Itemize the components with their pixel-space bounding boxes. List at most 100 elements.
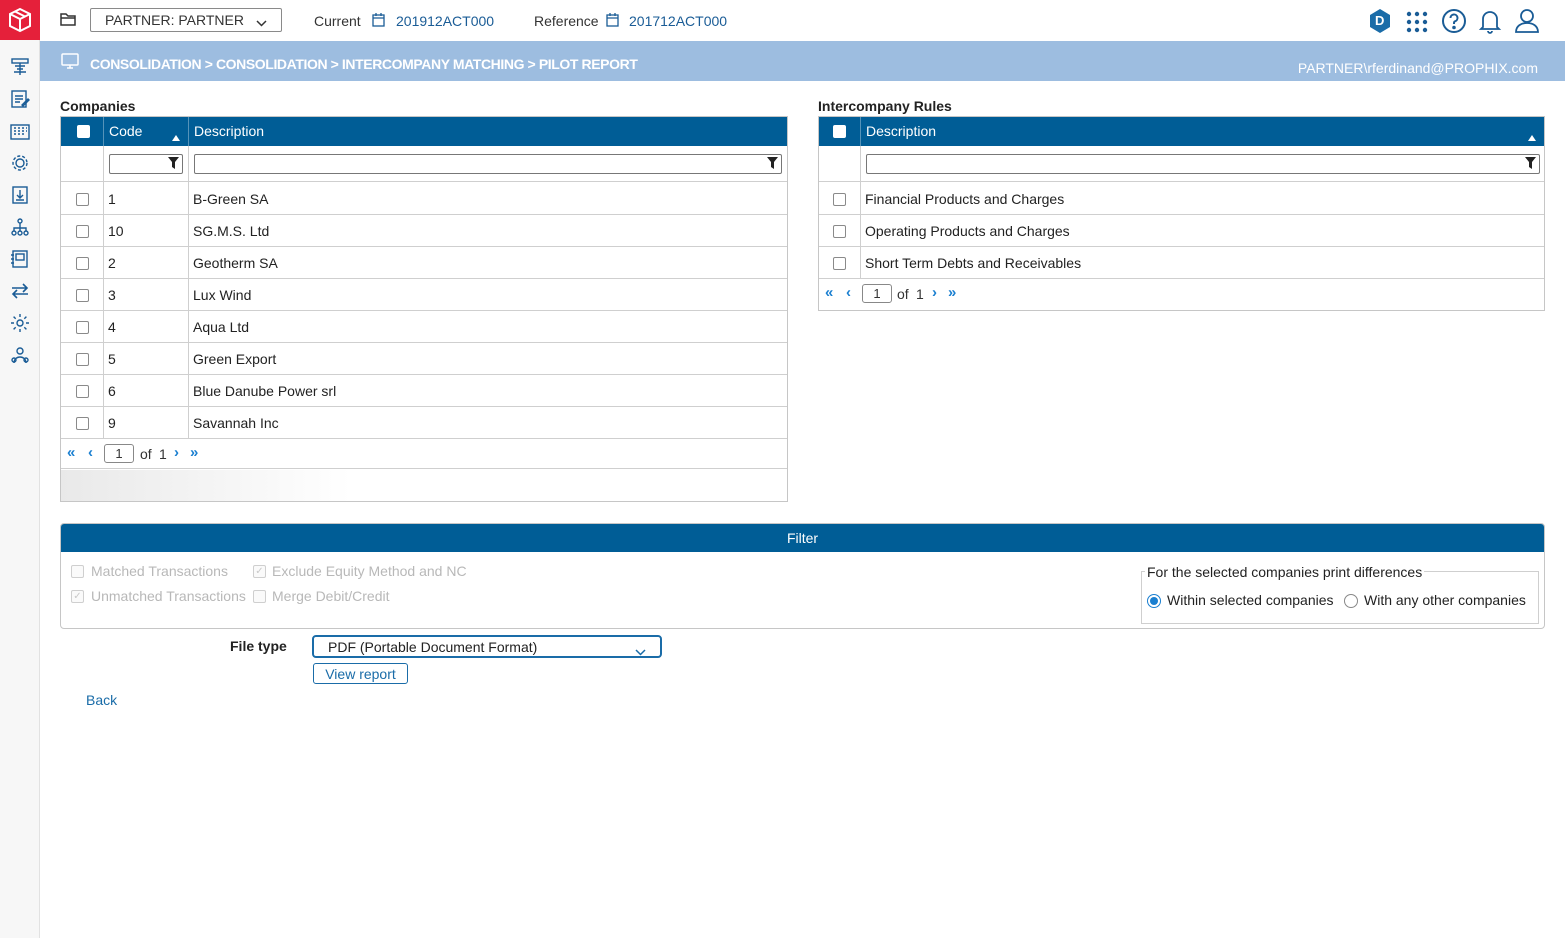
row-checkbox[interactable] (76, 289, 89, 302)
company-row[interactable]: 5 Green Export (61, 343, 787, 375)
back-link[interactable]: Back (86, 692, 117, 708)
code-filter-input[interactable] (109, 154, 183, 174)
description-column-header[interactable]: Description (189, 117, 787, 146)
company-description: Geotherm SA (193, 255, 278, 271)
breadcrumb: CONSOLIDATION > CONSOLIDATION > INTERCOM… (90, 56, 638, 72)
filter-icon[interactable] (767, 157, 778, 172)
last-page-icon[interactable]: » (190, 444, 198, 461)
sidebar (0, 0, 40, 938)
rule-row[interactable]: Operating Products and Charges (819, 215, 1544, 247)
first-page-icon[interactable]: « (825, 284, 833, 301)
reference-period-link[interactable]: 201712ACT000 (629, 13, 727, 29)
page-number-input[interactable]: 1 (862, 284, 892, 303)
transfer-arrows-icon[interactable] (8, 279, 32, 303)
unmatched-checkbox[interactable]: ✓ (71, 590, 84, 603)
row-checkbox[interactable] (833, 225, 846, 238)
companies-title: Companies (60, 98, 136, 114)
file-type-select[interactable]: PDF (Portable Document Format) (312, 635, 662, 658)
prophix-logo[interactable] (0, 0, 40, 40)
chevron-down-icon (635, 643, 646, 659)
calendar-icon[interactable] (372, 13, 385, 30)
gear-network-icon[interactable] (8, 151, 32, 175)
row-checkbox[interactable] (76, 257, 89, 270)
company-description: Blue Danube Power srl (193, 383, 337, 399)
rules-grid-header: Description (819, 117, 1544, 146)
hierarchy-icon[interactable] (8, 215, 32, 239)
row-checkbox[interactable] (76, 321, 89, 334)
company-description: Green Export (193, 351, 277, 367)
company-row[interactable]: 9 Savannah Inc (61, 407, 787, 439)
any-other-radio[interactable] (1344, 594, 1358, 608)
company-row[interactable]: 3 Lux Wind (61, 279, 787, 311)
rule-row[interactable]: Short Term Debts and Receivables (819, 247, 1544, 279)
file-type-value: PDF (Portable Document Format) (328, 639, 538, 655)
page-number-input[interactable]: 1 (104, 444, 134, 463)
rule-description-filter-input[interactable] (866, 154, 1540, 174)
next-page-icon[interactable]: › (932, 284, 937, 301)
row-checkbox[interactable] (76, 353, 89, 366)
select-all-checkbox[interactable] (833, 125, 846, 138)
rules-pager: « ‹ 1 of 1 › » (819, 279, 1544, 309)
matched-checkbox[interactable] (71, 565, 84, 578)
filter-panel: Filter Matched Transactions ✓ Unmatched … (60, 523, 1545, 629)
merge-checkbox[interactable] (253, 590, 266, 603)
building-grid-icon[interactable] (8, 119, 32, 143)
user-group-icon[interactable] (8, 343, 32, 367)
within-selected-radio[interactable] (1147, 594, 1161, 608)
d-badge-icon[interactable]: D (1368, 8, 1392, 34)
chevron-down-icon (256, 14, 267, 30)
company-code: 1 (108, 191, 116, 207)
companies-grid: Code Description 1 B-Green SA 10 SG.M.S. Lt… (60, 116, 788, 502)
rules-title: Intercompany Rules (818, 98, 952, 114)
filter-icon[interactable] (1525, 157, 1536, 172)
partner-select[interactable]: PARTNER: PARTNER (90, 8, 282, 32)
company-code: 9 (108, 415, 116, 431)
row-checkbox[interactable] (76, 417, 89, 430)
row-checkbox[interactable] (76, 385, 89, 398)
user-name: PARTNER\rferdinand@PROPHIX.com (1297, 60, 1538, 76)
exclude-equity-checkbox[interactable]: ✓ (253, 565, 266, 578)
total-pages: 1 (916, 286, 924, 302)
template-icon[interactable] (8, 87, 32, 111)
prev-page-icon[interactable]: ‹ (846, 284, 851, 301)
total-pages: 1 (159, 446, 167, 462)
view-report-button[interactable]: View report (313, 663, 408, 684)
first-page-icon[interactable]: « (67, 444, 75, 461)
rule-row[interactable]: Financial Products and Charges (819, 183, 1544, 215)
settings-cog-icon[interactable] (8, 311, 32, 335)
help-icon[interactable] (1441, 8, 1467, 37)
row-checkbox[interactable] (833, 257, 846, 270)
company-row[interactable]: 4 Aqua Ltd (61, 311, 787, 343)
code-column-header[interactable]: Code (104, 117, 189, 146)
company-row[interactable]: 2 Geotherm SA (61, 247, 787, 279)
company-description: Lux Wind (193, 287, 252, 303)
workflow-icon[interactable] (8, 55, 32, 79)
calendar-icon[interactable] (606, 13, 619, 30)
rule-description-column-header[interactable]: Description (861, 117, 1544, 146)
row-checkbox[interactable] (76, 225, 89, 238)
company-row[interactable]: 1 B-Green SA (61, 183, 787, 215)
company-description: B-Green SA (193, 191, 269, 207)
select-all-checkbox[interactable] (77, 125, 90, 138)
row-checkbox[interactable] (833, 193, 846, 206)
description-filter-input[interactable] (194, 154, 782, 174)
apps-grid-icon[interactable] (1405, 10, 1429, 37)
filter-icon[interactable] (168, 157, 179, 172)
last-page-icon[interactable]: » (948, 284, 956, 301)
company-row[interactable]: 10 SG.M.S. Ltd (61, 215, 787, 247)
user-profile-icon[interactable] (1514, 8, 1540, 37)
current-period-link[interactable]: 201912ACT000 (396, 13, 494, 29)
next-page-icon[interactable]: › (174, 444, 179, 461)
file-type-label: File type (230, 638, 287, 654)
prev-page-icon[interactable]: ‹ (88, 444, 93, 461)
grid-footer (61, 470, 787, 501)
document-download-icon[interactable] (8, 183, 32, 207)
folder-icon[interactable] (60, 12, 77, 30)
bell-icon[interactable] (1478, 8, 1502, 37)
notebook-icon[interactable] (8, 247, 32, 271)
differences-legend: For the selected companies print differe… (1145, 564, 1425, 580)
company-row[interactable]: 6 Blue Danube Power srl (61, 375, 787, 407)
row-checkbox[interactable] (76, 193, 89, 206)
description-column-label: Description (866, 123, 937, 139)
current-label: Current (314, 13, 361, 29)
